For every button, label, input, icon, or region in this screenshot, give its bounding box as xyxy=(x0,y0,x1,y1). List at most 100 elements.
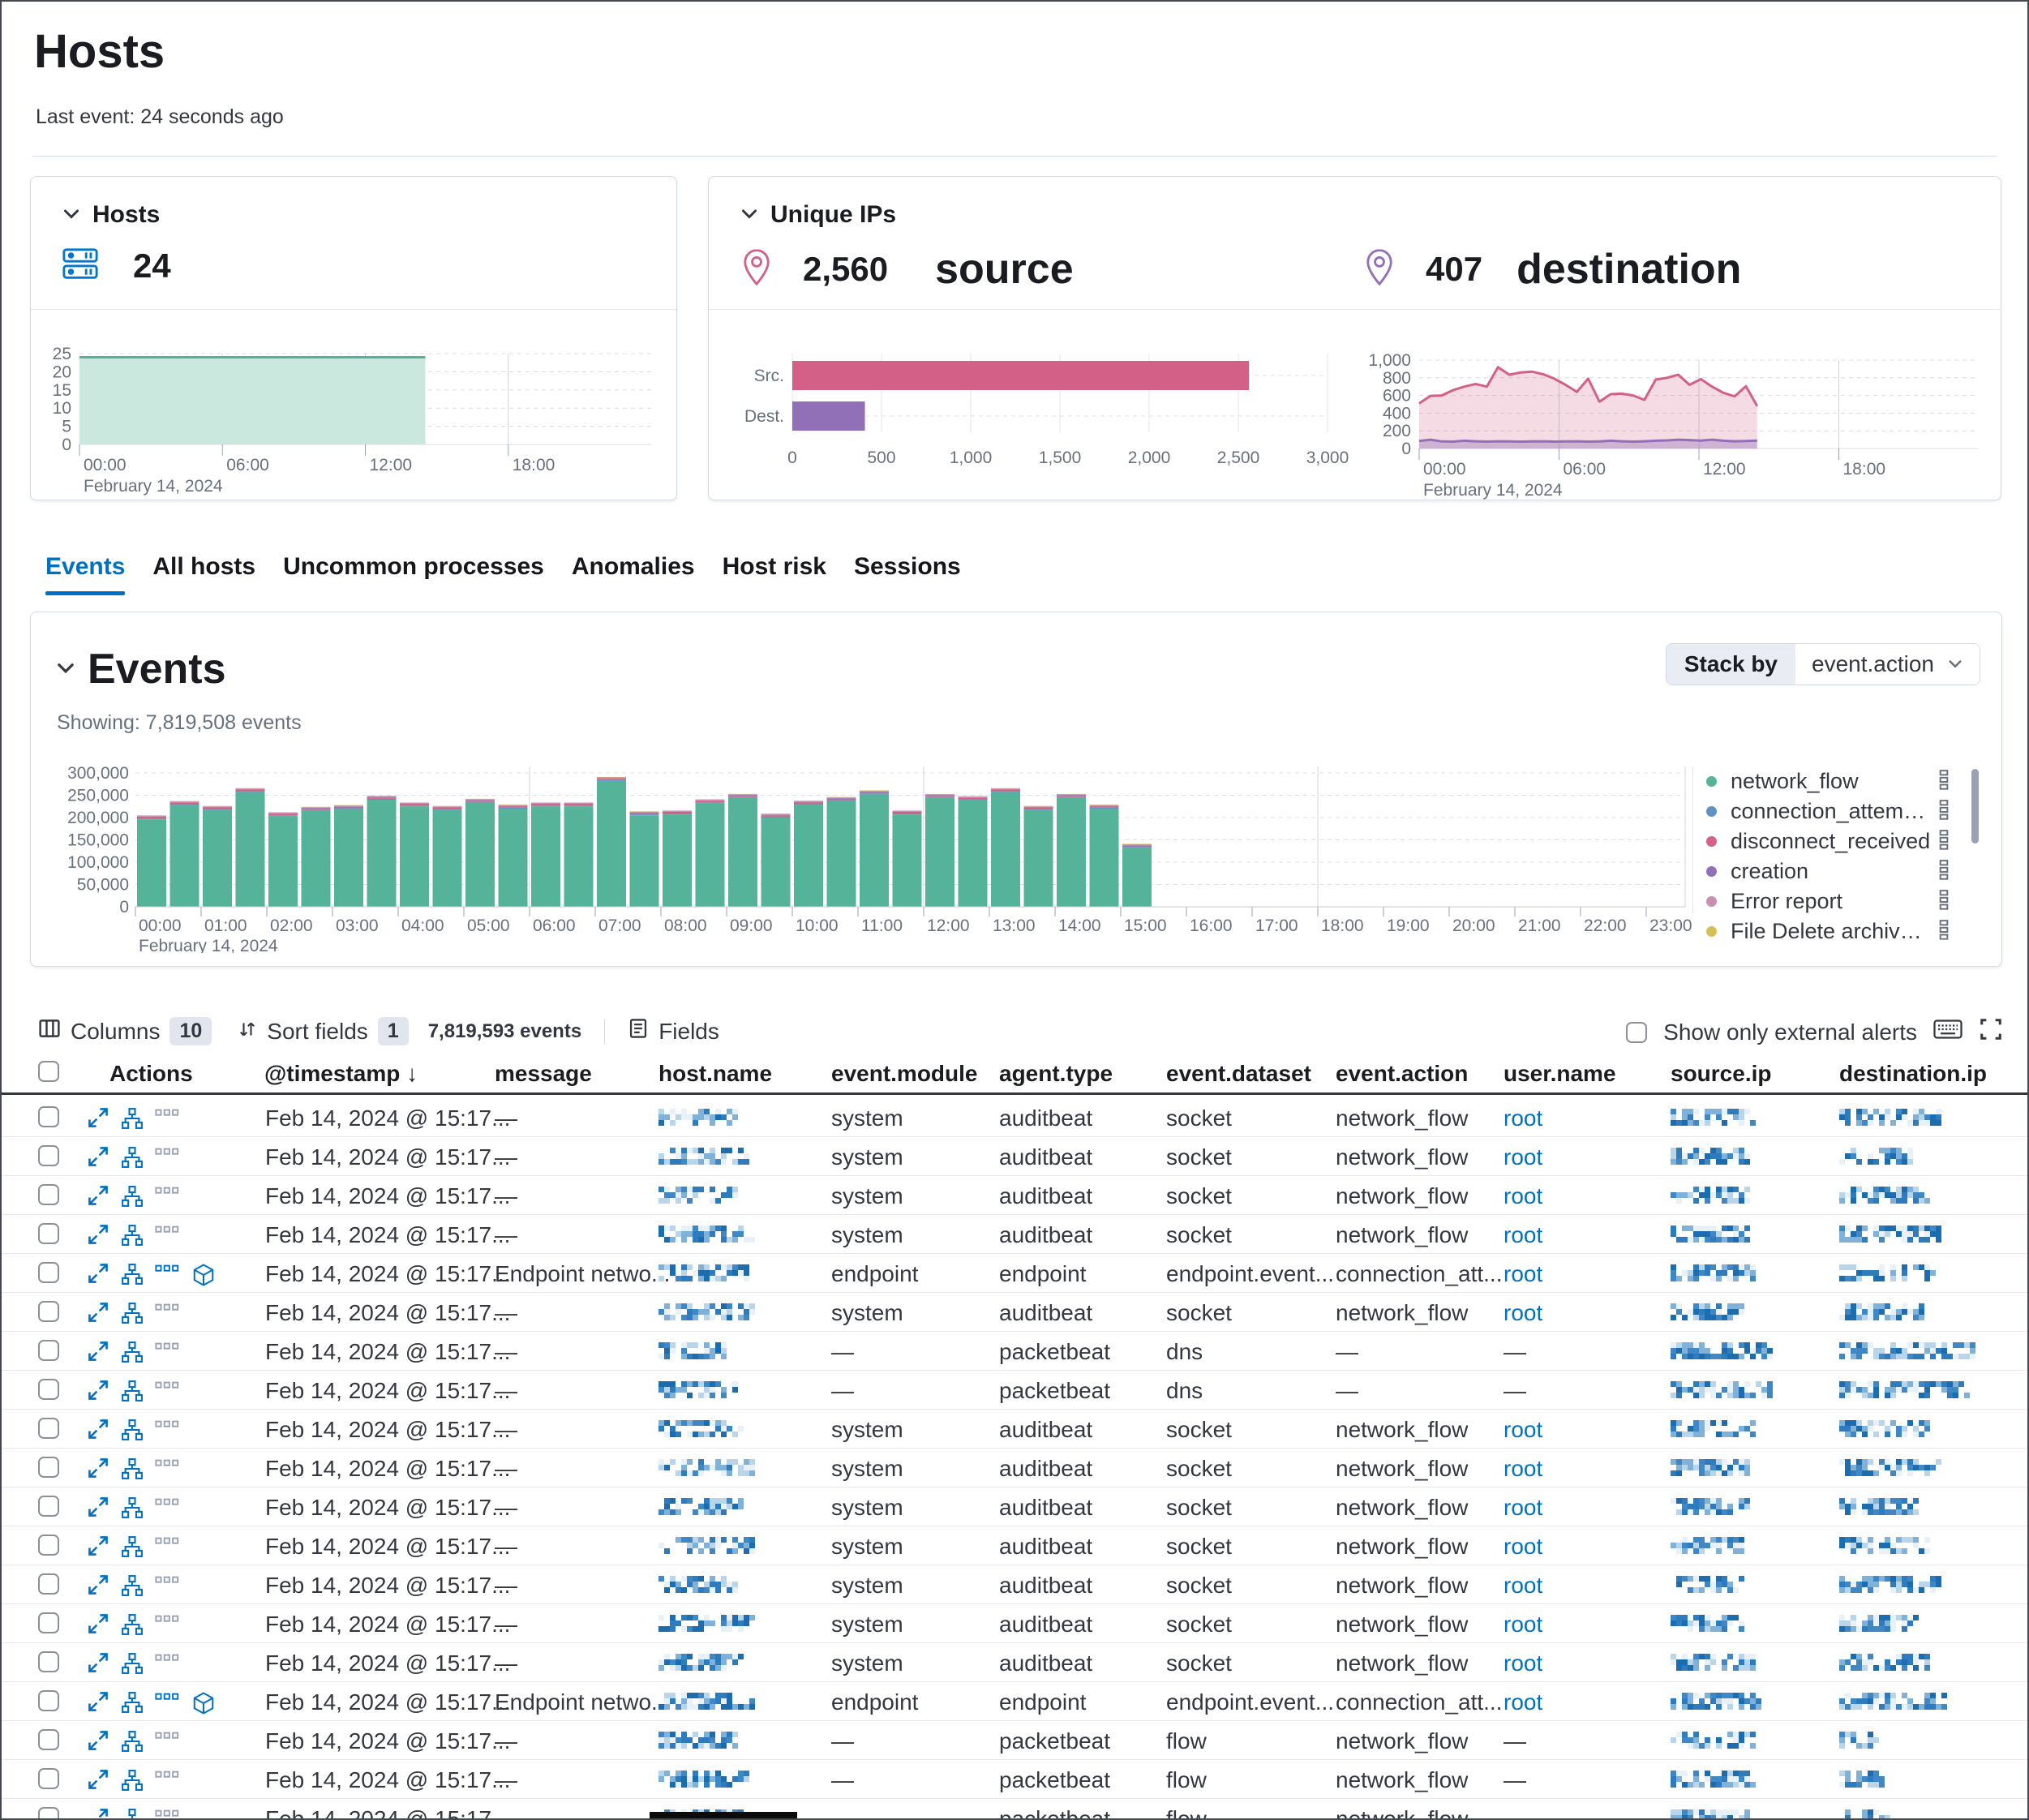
select-all-checkbox[interactable] xyxy=(38,1061,59,1082)
stack-by-select[interactable]: event.action xyxy=(1795,644,1980,685)
cell-source-ip-redacted[interactable] xyxy=(1671,1264,1759,1286)
more-actions-icon[interactable] xyxy=(155,1496,179,1512)
tab-all-hosts[interactable]: All hosts xyxy=(152,553,255,594)
cell-host-name-redacted[interactable] xyxy=(658,1303,756,1325)
cell-destination-ip-redacted[interactable] xyxy=(1839,1615,1922,1637)
row-checkbox[interactable] xyxy=(38,1106,59,1127)
row-checkbox[interactable] xyxy=(38,1301,59,1322)
more-actions-icon[interactable] xyxy=(155,1457,179,1473)
row-checkbox[interactable] xyxy=(38,1223,59,1244)
cell-source-ip-redacted[interactable] xyxy=(1671,1225,1750,1247)
column-header-eventmodule[interactable]: event.module xyxy=(831,1061,977,1087)
cell-source-ip-redacted[interactable] xyxy=(1671,1693,1765,1715)
analyze-event-icon[interactable] xyxy=(121,1457,144,1484)
cell-user-name[interactable]: root xyxy=(1504,1456,1542,1482)
cell-user-name[interactable]: root xyxy=(1504,1222,1542,1248)
expand-event-icon[interactable] xyxy=(88,1535,109,1560)
cell-destination-ip-redacted[interactable] xyxy=(1839,1342,1978,1364)
cell-user-name[interactable]: root xyxy=(1504,1144,1542,1170)
analyze-event-icon[interactable] xyxy=(121,1691,144,1718)
cell-user-name[interactable]: root xyxy=(1504,1650,1542,1676)
legend-menu-icon[interactable] xyxy=(1938,919,1950,944)
analyze-event-icon[interactable] xyxy=(121,1808,144,1820)
keyboard-icon[interactable] xyxy=(1933,1017,1963,1047)
analyze-event-icon[interactable] xyxy=(121,1496,144,1523)
row-checkbox[interactable] xyxy=(38,1573,59,1595)
column-header-sourceip[interactable]: source.ip xyxy=(1671,1061,1771,1087)
expand-event-icon[interactable] xyxy=(88,1652,109,1677)
tab-anomalies[interactable]: Anomalies xyxy=(572,553,695,594)
cell-source-ip-redacted[interactable] xyxy=(1671,1576,1747,1598)
legend-item[interactable]: creation xyxy=(1706,856,1998,886)
analyze-event-icon[interactable] xyxy=(121,1380,144,1406)
cell-host-name-redacted[interactable] xyxy=(658,1420,745,1442)
show-external-alerts-checkbox[interactable] xyxy=(1626,1022,1647,1043)
column-header-eventaction[interactable]: event.action xyxy=(1336,1061,1468,1087)
more-actions-icon[interactable] xyxy=(155,1730,179,1745)
chevron-down-icon[interactable] xyxy=(740,204,759,227)
more-actions-icon[interactable] xyxy=(155,1419,179,1434)
cell-host-name-redacted[interactable] xyxy=(658,1615,760,1637)
analyze-event-icon[interactable] xyxy=(121,1652,144,1679)
cell-user-name[interactable]: root xyxy=(1504,1261,1542,1287)
more-actions-icon[interactable] xyxy=(155,1574,179,1590)
legend-item[interactable]: disconnect_received xyxy=(1706,826,1998,856)
expand-event-icon[interactable] xyxy=(88,1263,109,1288)
cell-destination-ip-redacted[interactable] xyxy=(1839,1576,1946,1598)
more-actions-icon[interactable] xyxy=(155,1185,179,1200)
legend-item[interactable]: Error report xyxy=(1706,886,1998,916)
analyze-event-icon[interactable] xyxy=(121,1263,144,1290)
row-checkbox[interactable] xyxy=(38,1807,59,1820)
row-checkbox[interactable] xyxy=(38,1768,59,1789)
cell-host-name-redacted[interactable] xyxy=(658,1576,747,1598)
analyze-event-icon[interactable] xyxy=(121,1146,144,1173)
column-header-hostname[interactable]: host.name xyxy=(658,1061,772,1087)
analyze-event-icon[interactable] xyxy=(121,1341,144,1367)
cell-host-name-redacted[interactable] xyxy=(658,1225,755,1247)
cell-destination-ip-redacted[interactable] xyxy=(1839,1148,1918,1170)
cell-user-name[interactable]: root xyxy=(1504,1105,1542,1131)
analyze-event-icon[interactable] xyxy=(121,1224,144,1251)
more-actions-icon[interactable] xyxy=(155,1302,179,1317)
cell-destination-ip-redacted[interactable] xyxy=(1839,1459,1945,1481)
analyze-event-icon[interactable] xyxy=(121,1419,144,1445)
analyze-event-icon[interactable] xyxy=(121,1613,144,1640)
cell-host-name-redacted[interactable] xyxy=(658,1381,742,1403)
expand-event-icon[interactable] xyxy=(88,1613,109,1638)
analyze-event-icon[interactable] xyxy=(121,1185,144,1212)
cell-source-ip-redacted[interactable] xyxy=(1671,1771,1757,1792)
expand-event-icon[interactable] xyxy=(88,1380,109,1405)
expand-event-icon[interactable] xyxy=(88,1146,109,1171)
expand-event-icon[interactable] xyxy=(88,1769,109,1794)
legend-item[interactable]: File Delete archived (... xyxy=(1706,916,1998,946)
cell-destination-ip-redacted[interactable] xyxy=(1839,1537,1933,1559)
row-checkbox[interactable] xyxy=(38,1690,59,1711)
more-actions-icon[interactable] xyxy=(155,1691,179,1706)
tab-host-risk[interactable]: Host risk xyxy=(723,553,826,594)
cell-host-name-redacted[interactable] xyxy=(658,1537,758,1559)
legend-item[interactable]: connection_attempted xyxy=(1706,796,1998,826)
cell-host-name-redacted[interactable] xyxy=(658,1693,759,1715)
cell-user-name[interactable]: root xyxy=(1504,1183,1542,1209)
cell-destination-ip-redacted[interactable] xyxy=(1839,1264,1937,1286)
more-actions-icon[interactable] xyxy=(155,1808,179,1820)
cell-user-name[interactable]: root xyxy=(1504,1417,1542,1443)
expand-event-icon[interactable] xyxy=(88,1574,109,1599)
more-actions-icon[interactable] xyxy=(155,1224,179,1239)
columns-button[interactable]: Columns 10 xyxy=(38,1017,212,1045)
chevron-down-icon[interactable] xyxy=(62,204,81,227)
expand-event-icon[interactable] xyxy=(88,1341,109,1366)
legend-menu-icon[interactable] xyxy=(1938,859,1950,884)
cell-source-ip-redacted[interactable] xyxy=(1671,1109,1757,1131)
row-checkbox[interactable] xyxy=(38,1535,59,1556)
cell-destination-ip-redacted[interactable] xyxy=(1839,1381,1971,1403)
analyze-event-icon[interactable] xyxy=(121,1107,144,1134)
cell-source-ip-redacted[interactable] xyxy=(1671,1732,1758,1753)
legend-menu-icon[interactable] xyxy=(1938,799,1950,824)
more-actions-icon[interactable] xyxy=(155,1535,179,1551)
row-checkbox[interactable] xyxy=(38,1729,59,1750)
cell-source-ip-redacted[interactable] xyxy=(1671,1809,1754,1820)
endpoint-cube-icon[interactable] xyxy=(191,1263,216,1291)
cell-destination-ip-redacted[interactable] xyxy=(1839,1225,1943,1247)
cell-host-name-redacted[interactable] xyxy=(658,1187,742,1208)
